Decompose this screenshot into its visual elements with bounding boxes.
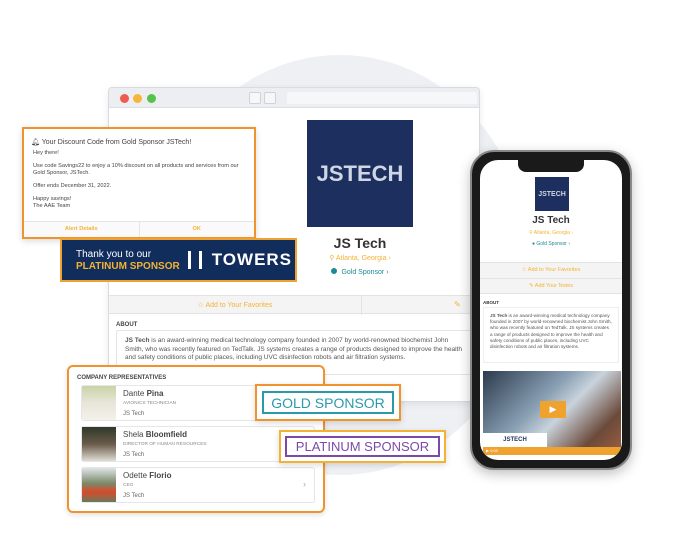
platinum-sponsor-text: PLATINUM SPONSOR: [285, 436, 440, 457]
browser-titlebar: [109, 88, 479, 108]
maximize-button[interactable]: [147, 94, 156, 103]
add-favorites-button[interactable]: ☆ Add to Your Favorites: [109, 301, 361, 309]
chevron-right-icon[interactable]: ›: [303, 479, 306, 489]
alert-title-text: Your Discount Code from Gold Sponsor JST…: [41, 139, 192, 146]
representatives-heading: COMPANY REPRESENTATIVES: [77, 375, 167, 381]
representative-item[interactable]: Odette Florio CEO JS Tech ›: [81, 467, 315, 503]
action-bar: ☆ Add to Your Favorites ✎: [109, 295, 479, 315]
favorites-label: Add to Your Favorites: [205, 302, 273, 309]
location-link[interactable]: ⚲ Atlanta, Georgia ›: [300, 254, 420, 262]
about-heading: ABOUT: [483, 300, 499, 305]
rep-name: Odette Florio: [123, 471, 172, 480]
company-logo: JSTECH: [307, 120, 413, 227]
play-icon[interactable]: ▶: [540, 401, 566, 418]
phone-screen: JSTECH JS Tech ⚲ Atlanta, Georgia › ● Go…: [480, 160, 622, 460]
forward-button[interactable]: [264, 92, 276, 104]
avatar: [82, 427, 116, 461]
alert-greeting: Hey there!: [33, 150, 59, 156]
rep-name: Dante Pina: [123, 389, 164, 398]
video-player[interactable]: ▶ JSTECH ▶ 0:00: [483, 371, 621, 455]
rep-name: Shela Bloomfield: [123, 430, 188, 439]
avatar: [82, 468, 116, 502]
alert-body: Hey there! Use code Savings22 to enjoy a…: [33, 150, 248, 210]
banner-line2: PLATINUM SPONSOR: [76, 260, 180, 272]
alert-title: 🔔︎ Your Discount Code from Gold Sponsor …: [31, 139, 191, 146]
close-button[interactable]: [120, 94, 129, 103]
rep-role: DIRECTOR OF HUMAN RESOURCES: [123, 442, 207, 447]
map-pin-icon: ⚲: [329, 255, 336, 262]
add-notes-button[interactable]: ✎ Add Your Notes: [480, 278, 622, 294]
sponsor-level-link[interactable]: ● Gold Sponsor ›: [480, 241, 622, 247]
rep-company: JS Tech: [123, 493, 145, 499]
minimize-button[interactable]: [133, 94, 142, 103]
back-button[interactable]: [249, 92, 261, 104]
divider: [361, 296, 362, 315]
rep-role: AVIONICS TECHNICIAN: [123, 401, 177, 406]
about-company: JS Tech: [490, 313, 508, 318]
rep-company: JS Tech: [123, 411, 145, 417]
sponsor-dot-icon: [331, 268, 338, 274]
video-logo: JSTECH: [483, 433, 547, 447]
sponsor-text: Gold Sponsor: [536, 241, 567, 247]
platinum-sponsor-badge: PLATINUM SPONSOR: [279, 430, 446, 463]
discount-alert: 🔔︎ Your Discount Code from Gold Sponsor …: [22, 127, 256, 239]
company-logo: JSTECH: [535, 177, 569, 211]
company-name: JS Tech: [532, 215, 570, 226]
add-favorites-button[interactable]: ☆ Add to Your Favorites: [480, 262, 622, 278]
about-body: is an award-winning medical technology c…: [490, 313, 612, 350]
alert-signoff: Happy savings!: [33, 196, 72, 202]
edit-icon: ✎: [454, 300, 461, 309]
alert-team: The AAE Team: [33, 203, 71, 209]
gold-sponsor-text: GOLD SPONSOR: [262, 391, 394, 414]
sponsor-level-link[interactable]: Gold Sponsor ›: [300, 268, 420, 276]
add-notes-button[interactable]: ✎: [454, 300, 461, 309]
alert-offer: Offer ends December 31, 2022.: [33, 183, 112, 189]
rep-role: CEO: [123, 483, 134, 488]
about-text: JS Tech is an award-winning medical tech…: [483, 307, 619, 363]
platinum-sponsor-banner[interactable]: Thank you to our PLATINUM SPONSOR TOWERS: [60, 238, 297, 282]
address-bar[interactable]: [287, 92, 477, 104]
notes-label: Add Your Notes: [534, 283, 574, 289]
favorites-label: Add to Your Favorites: [527, 267, 581, 273]
bell-icon: 🔔︎: [31, 139, 42, 146]
location-link[interactable]: ⚲ Atlanta, Georgia ›: [480, 230, 622, 236]
alert-details-button[interactable]: Alert Details: [24, 222, 139, 237]
avatar: [82, 386, 116, 420]
alert-ok-button[interactable]: OK: [138, 222, 255, 237]
alert-footer: Alert Details OK: [24, 221, 254, 237]
phone-notch: [518, 160, 584, 172]
video-controls[interactable]: ▶ 0:00: [483, 447, 621, 455]
rep-company: JS Tech: [123, 452, 145, 458]
banner-brand: TOWERS: [211, 250, 293, 269]
sponsor-text: Gold Sponsor: [341, 269, 385, 276]
about-heading: ABOUT: [116, 322, 138, 328]
logo-text: JSTECH: [316, 160, 404, 186]
building-icon: [187, 251, 202, 269]
location-text: Atlanta, Georgia: [533, 230, 570, 236]
gold-sponsor-badge: GOLD SPONSOR: [255, 384, 401, 421]
phone-mockup: JSTECH JS Tech ⚲ Atlanta, Georgia › ● Go…: [470, 150, 632, 470]
location-text: Atlanta, Georgia: [335, 255, 387, 262]
banner-line1: Thank you to our: [76, 248, 152, 260]
alert-message: Use code Savings22 to enjoy a 10% discou…: [33, 163, 239, 176]
about-company: JS Tech: [125, 337, 150, 344]
company-name: JS Tech: [333, 235, 387, 251]
about-body: is an award-winning medical technology c…: [125, 337, 462, 361]
video-time: 0:00: [490, 448, 498, 453]
